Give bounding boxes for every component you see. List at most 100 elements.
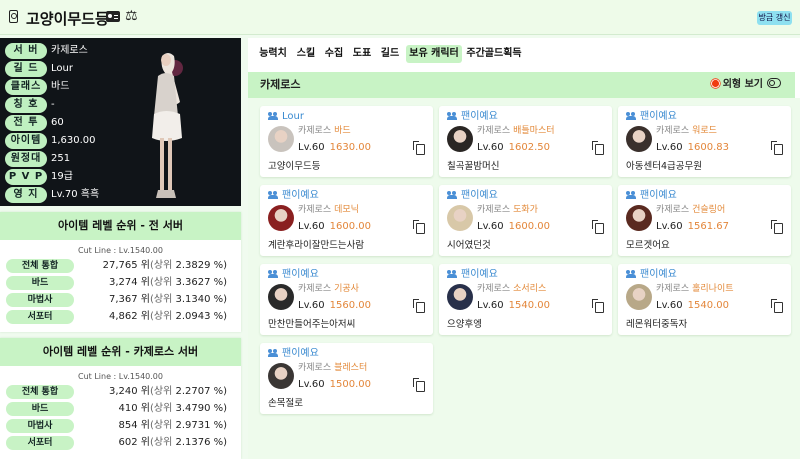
guild-label: 팬이예요 bbox=[640, 269, 677, 280]
level-label: Lv.60 bbox=[477, 300, 504, 311]
tab-owned-characters[interactable]: 보유 캐릭터 bbox=[406, 45, 462, 63]
bookmark-icon[interactable] bbox=[9, 10, 18, 23]
copy-icon[interactable] bbox=[771, 141, 783, 155]
scale-icon[interactable]: ⚖ bbox=[125, 9, 138, 23]
level-label: Lv.60 bbox=[298, 300, 325, 311]
character-card[interactable]: 팬이예요 카제로스 도화가 Lv.60 1600.00 시어였던것 bbox=[439, 185, 612, 256]
character-card[interactable]: 팬이예요 카제로스 건슬링어 Lv.60 1561.67 모르겟어요 bbox=[618, 185, 791, 256]
users-icon bbox=[626, 191, 637, 199]
roster-server-name: 카제로스 bbox=[260, 78, 301, 91]
sun-icon bbox=[711, 79, 719, 88]
id-card-icon[interactable] bbox=[106, 11, 120, 22]
users-icon bbox=[447, 191, 458, 199]
guild-label: 팬이예요 bbox=[640, 111, 677, 122]
copy-icon[interactable] bbox=[592, 220, 604, 234]
class-label: 배틀마스터 bbox=[513, 126, 555, 136]
character-card[interactable]: 팬이예요카제로스 데모닉 Lv.60 1600.00 계란후라이잘만드는사람 bbox=[260, 185, 433, 256]
item-level: 1600.00 bbox=[329, 221, 371, 232]
character-name: 손목절로 bbox=[268, 398, 303, 409]
tab-stats[interactable]: 능력치 bbox=[256, 45, 290, 63]
character-name: 고양이무드등 bbox=[268, 161, 321, 172]
character-card[interactable]: 팬이예요 카제로스 워로드 Lv.60 1600.83 아동센터4급공무원 bbox=[618, 106, 791, 177]
tab-bar: 능력치 스킬 수집 도표 길드 보유 캐릭터 주간골드획득 bbox=[248, 38, 800, 68]
character-profile: 서 버 카제로스 길 드 Lour 클래스 바드 칭 호- 전 투 60 아이템 1,63… bbox=[0, 38, 241, 206]
server-label: 카제로스 bbox=[477, 126, 511, 136]
level-info: Lv.60 1540.00 bbox=[656, 299, 729, 312]
tab-skills[interactable]: 스킬 bbox=[294, 45, 318, 63]
tab-weekly-gold[interactable]: 주간골드획득 bbox=[465, 45, 523, 63]
users-icon bbox=[447, 270, 458, 278]
rank-category: 서포터 bbox=[6, 436, 74, 450]
rank-value: 410 위 bbox=[118, 403, 150, 414]
character-card[interactable]: 팬이예요 카제로스 기공사 Lv.60 1560.00 만찬만들어주는아저씨 bbox=[260, 264, 433, 335]
rank-percent: (상위 3.3627 %) bbox=[150, 275, 236, 291]
tab-collection[interactable]: 수집 bbox=[322, 45, 346, 63]
avatar bbox=[626, 205, 652, 231]
rank-percent-label: (상위 bbox=[150, 311, 173, 322]
avatar bbox=[268, 363, 294, 389]
level-label: Lv.60 bbox=[477, 142, 504, 153]
server-class: 카제로스 데모닉 bbox=[298, 204, 359, 217]
copy-icon[interactable] bbox=[771, 220, 783, 234]
character-name: 만찬만들어주는아저씨 bbox=[268, 319, 356, 330]
copy-icon[interactable] bbox=[413, 378, 425, 392]
character-card[interactable]: 팬이예요 카제로스 소서리스 Lv.60 1540.00 으양후엥 bbox=[439, 264, 612, 335]
profile-label: 영 지 bbox=[5, 187, 47, 203]
rank-percent-label: (상위 bbox=[150, 294, 173, 305]
item-level: 1602.50 bbox=[508, 142, 550, 153]
level-label: Lv.60 bbox=[298, 221, 325, 232]
profile-label: 칭 호 bbox=[5, 97, 47, 113]
tab-chart[interactable]: 도표 bbox=[350, 45, 374, 63]
copy-icon[interactable] bbox=[592, 299, 604, 313]
guild-label: 팬이예요 bbox=[461, 111, 498, 122]
guild-name: 팬이예요 bbox=[268, 189, 319, 202]
copy-icon[interactable] bbox=[413, 220, 425, 234]
character-portrait bbox=[152, 53, 183, 198]
item-level: 1630.00 bbox=[329, 142, 371, 153]
copy-icon[interactable] bbox=[592, 141, 604, 155]
rank-percent: (상위 3.1340 %) bbox=[150, 292, 236, 308]
guild-name: 팬이예요 bbox=[447, 110, 498, 123]
rank-percent-value: 2.1376 %) bbox=[175, 437, 228, 448]
profile-value: 카제로스 bbox=[51, 45, 88, 56]
profile-label: 길 드 bbox=[5, 61, 47, 77]
rank-category: 마법사 bbox=[6, 419, 74, 433]
guild-label: 팬이예요 bbox=[282, 269, 319, 280]
guild-name: 팬이예요 bbox=[626, 189, 677, 202]
rank-category: 바드 bbox=[6, 276, 74, 290]
copy-icon[interactable] bbox=[413, 299, 425, 313]
server-label: 카제로스 bbox=[298, 363, 332, 373]
character-card[interactable]: 팬이예요 카제로스 블레스터 Lv.60 1500.00 손목절로 bbox=[260, 343, 433, 414]
avatar bbox=[268, 126, 294, 152]
profile-label: P V P bbox=[5, 169, 47, 185]
copy-icon[interactable] bbox=[771, 299, 783, 313]
guild-name: 팬이예요 bbox=[447, 189, 498, 202]
rank-category: 마법사 bbox=[6, 293, 74, 307]
server-class: 카제로스 도화가 bbox=[477, 204, 538, 217]
character-name: 모르겟어요 bbox=[626, 240, 670, 251]
rank-percent: (상위 2.9731 %) bbox=[150, 418, 236, 434]
users-icon bbox=[268, 349, 279, 357]
server-class: 카제로스 바드 bbox=[298, 125, 351, 138]
avatar bbox=[447, 205, 473, 231]
guild-name: 팬이예요 bbox=[626, 110, 677, 123]
class-label: 데모닉 bbox=[334, 205, 359, 215]
rank-row: 서포터 4,862 위 (상위 2.0943 %) bbox=[0, 309, 241, 325]
guild-label: 팬이예요 bbox=[640, 190, 677, 201]
appearance-toggle[interactable]: 외형 보기 bbox=[711, 72, 781, 98]
server-label: 카제로스 bbox=[477, 284, 511, 294]
character-card[interactable]: Lour 카제로스 바드 Lv.60 1630.00 고양이무드등 bbox=[260, 106, 433, 177]
refresh-button[interactable]: 방금 갱신 bbox=[757, 11, 792, 25]
copy-icon[interactable] bbox=[413, 141, 425, 155]
character-name: 계란후라이잘만드는사람 bbox=[268, 240, 365, 251]
avatar bbox=[447, 126, 473, 152]
profile-value: Lour bbox=[51, 63, 73, 74]
class-label: 블레스터 bbox=[334, 363, 368, 373]
profile-label: 원정대 bbox=[5, 151, 47, 167]
toggle-icon[interactable] bbox=[767, 78, 781, 88]
tab-guild[interactable]: 길드 bbox=[378, 45, 402, 63]
rank-percent-value: 3.3627 %) bbox=[175, 277, 228, 288]
character-card[interactable]: 팬이예요 카제로스 배틀마스터 Lv.60 1602.50 칠곡꿀밤머신 bbox=[439, 106, 612, 177]
character-card[interactable]: 팬이예요 카제로스 홀리나이트 Lv.60 1540.00 레몬워터중독자 bbox=[618, 264, 791, 335]
rank-percent-value: 3.4790 %) bbox=[175, 403, 228, 414]
